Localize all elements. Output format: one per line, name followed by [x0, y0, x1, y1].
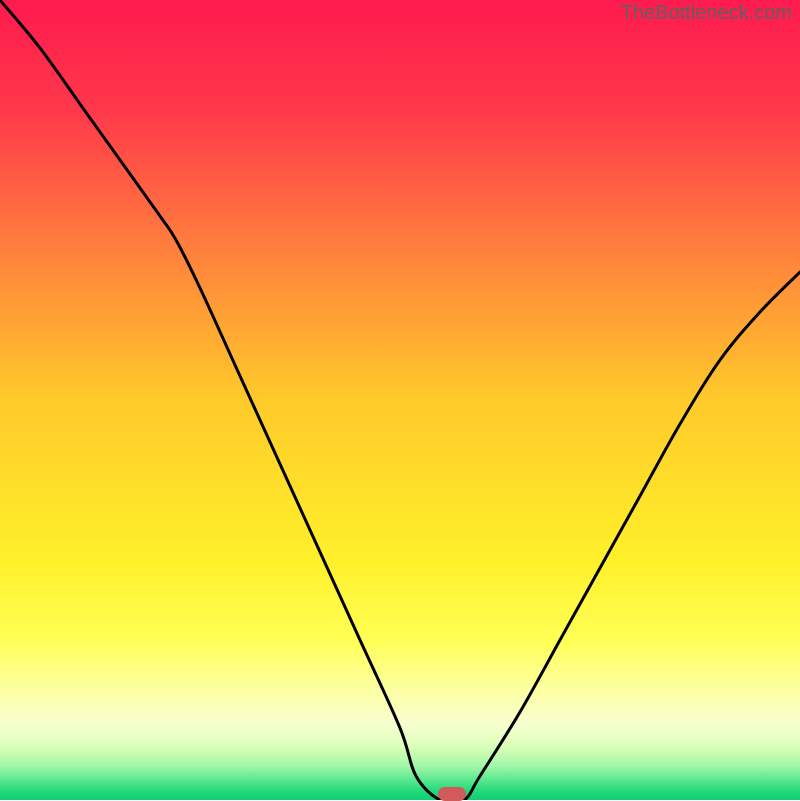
minimum-marker — [438, 787, 466, 801]
watermark-text: TheBottleneck.com — [621, 2, 792, 25]
chart-container: TheBottleneck.com — [0, 0, 800, 800]
bottleneck-curve — [0, 0, 800, 800]
